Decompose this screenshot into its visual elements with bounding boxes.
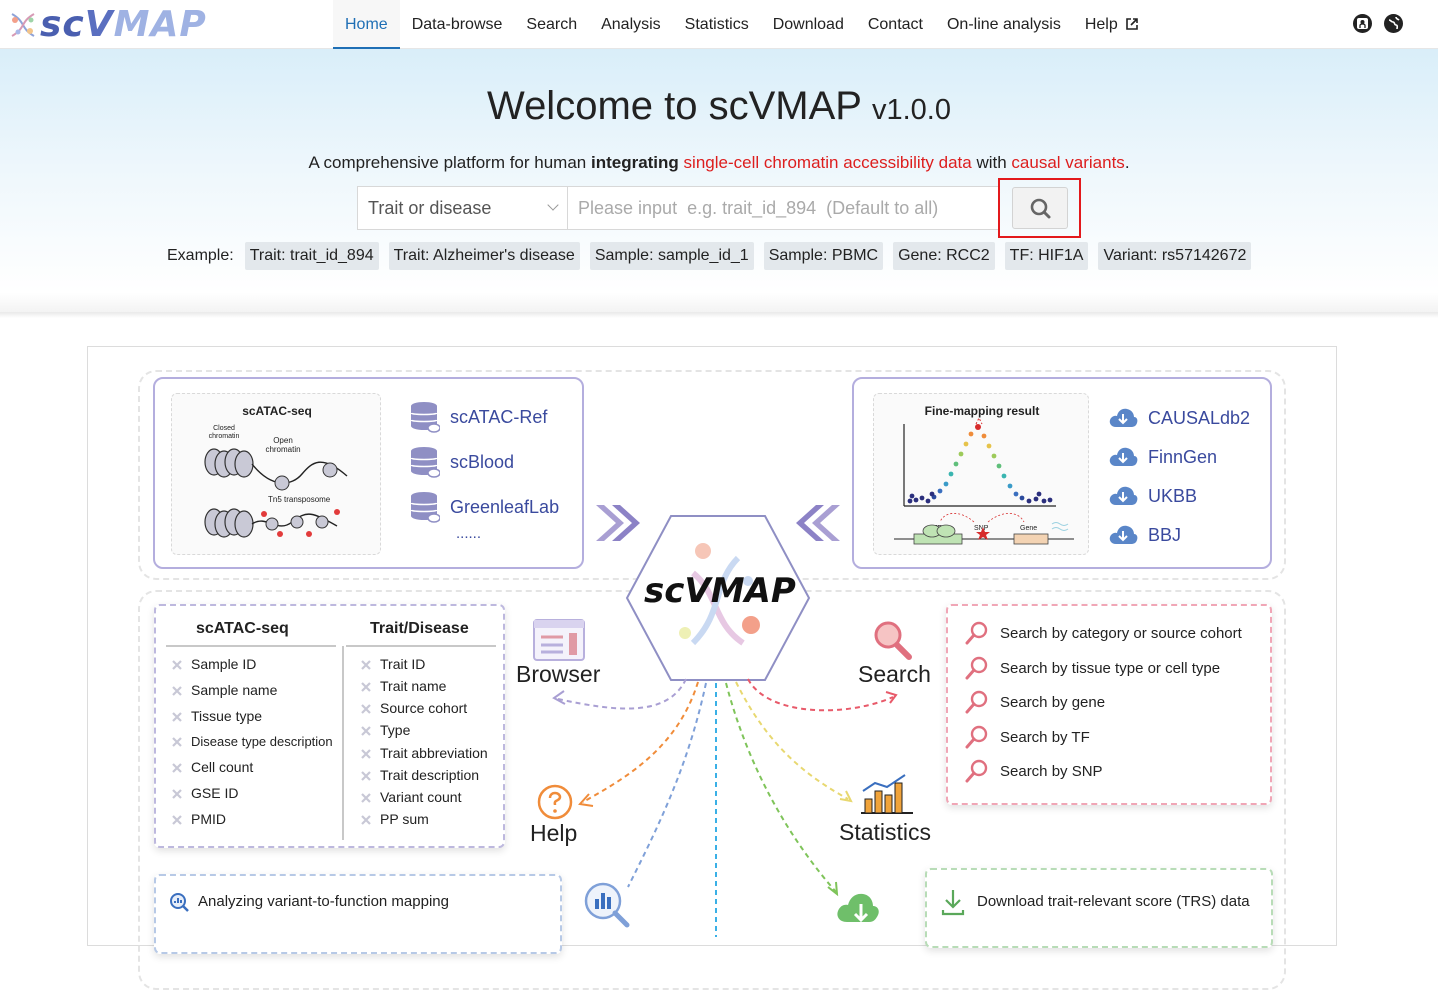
download-module-icon xyxy=(837,893,879,923)
title-text: Welcome to scVMAP xyxy=(487,84,862,128)
download-card[interactable]: Download trait-relevant score (TRS) data xyxy=(925,868,1273,948)
nav-online-analysis[interactable]: On-line analysis xyxy=(935,0,1073,49)
select-value: Trait or disease xyxy=(368,198,492,218)
flow-arrows xyxy=(552,678,898,937)
analysis-card-label: Analyzing variant-to-function mapping xyxy=(198,893,449,910)
brand-name: scVMAP xyxy=(40,4,207,45)
nav-home[interactable]: Home xyxy=(333,0,400,49)
search-input[interactable] xyxy=(568,186,999,230)
subtitle-period: . xyxy=(1124,153,1130,172)
github-icon[interactable] xyxy=(1353,14,1372,33)
hero-divider xyxy=(0,312,1438,318)
download-card-label: Download trait-relevant score (TRS) data xyxy=(977,893,1250,910)
example-tag[interactable]: Variant: rs57142672 xyxy=(1098,242,1252,270)
nav-help-label: Help xyxy=(1084,16,1118,33)
search-type-select[interactable]: Trait or disease xyxy=(357,186,568,230)
search-button-highlight xyxy=(998,178,1081,238)
nav-data-browse[interactable]: Data-browse xyxy=(400,0,515,49)
example-tag[interactable]: Trait: Alzheimer's disease xyxy=(388,242,580,270)
brand-logo[interactable]: scVMAP xyxy=(6,6,207,44)
example-label: Example: xyxy=(167,247,234,264)
nav-statistics[interactable]: Statistics xyxy=(673,0,761,49)
page-subtitle: A comprehensive platform for human integ… xyxy=(0,153,1438,173)
subtitle-part-2: with xyxy=(971,153,1012,172)
overview-figure: scATAC-seq Closed chromatin Open chromat… xyxy=(87,346,1337,990)
subtitle-highlight-2: causal variants xyxy=(1011,153,1125,172)
globe-icon[interactable] xyxy=(1384,14,1403,33)
search-button[interactable] xyxy=(1012,187,1068,229)
example-tag[interactable]: TF: HIF1A xyxy=(1004,242,1089,270)
example-tag[interactable]: Gene: RCC2 xyxy=(893,242,995,270)
download-arrow-icon xyxy=(941,890,965,916)
subtitle-part: A comprehensive platform for human xyxy=(308,153,591,172)
chevron-down-icon xyxy=(547,199,559,211)
example-tag[interactable]: Sample: PBMC xyxy=(763,242,884,270)
dna-logo-icon xyxy=(6,8,40,42)
search-icon xyxy=(1030,198,1051,219)
nav-analysis[interactable]: Analysis xyxy=(589,0,673,49)
analysis-card[interactable]: Analyzing variant-to-function mapping xyxy=(154,874,562,954)
example-tag[interactable]: Sample: sample_id_1 xyxy=(589,242,754,270)
nav-menu: Home Data-browse Search Analysis Statist… xyxy=(333,0,1150,49)
top-navbar: scVMAP Home Data-browse Search Analysis … xyxy=(0,0,1438,49)
subtitle-highlight-1: single-cell chromatin accessibility data xyxy=(683,153,972,172)
nav-search[interactable]: Search xyxy=(514,0,589,49)
nav-help[interactable]: Help xyxy=(1073,0,1150,49)
search-bar: Trait or disease xyxy=(357,186,999,230)
example-list: Example: Trait: trait_id_894 Trait: Alzh… xyxy=(167,242,1261,270)
version-label: v1.0.0 xyxy=(871,94,951,126)
nav-contact[interactable]: Contact xyxy=(856,0,935,49)
page-title: Welcome to scVMAP v1.0.0 xyxy=(0,84,1438,129)
subtitle-bold: integrating xyxy=(590,153,679,172)
nav-icon-group xyxy=(1353,14,1403,33)
analysis-icon xyxy=(170,893,189,912)
example-tag[interactable]: Trait: trait_id_894 xyxy=(244,242,379,270)
nav-download[interactable]: Download xyxy=(761,0,856,49)
external-link-icon xyxy=(1126,18,1138,30)
